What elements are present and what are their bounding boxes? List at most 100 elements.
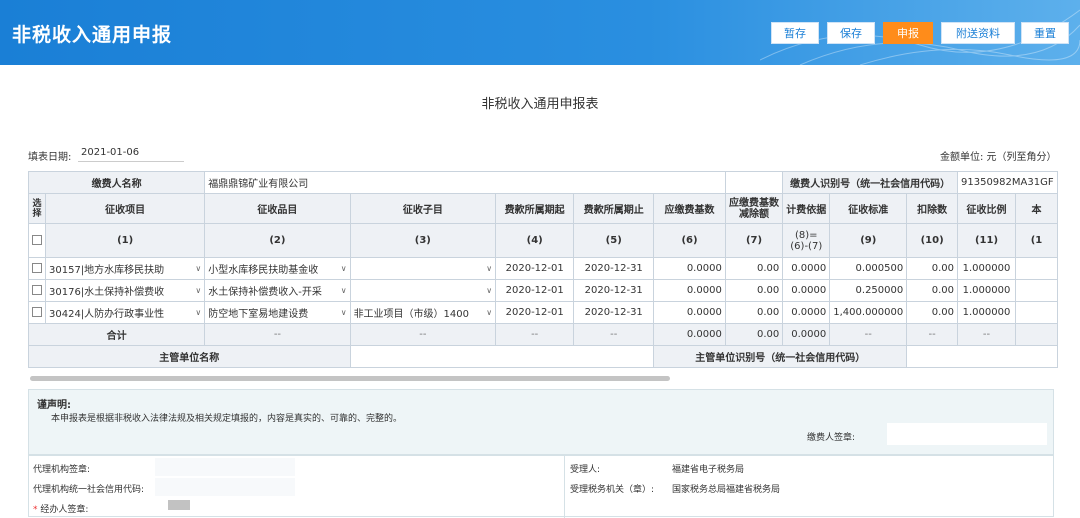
deduct-base-input[interactable]: 0.00 — [724, 279, 784, 302]
total-base: 0.0000 — [653, 323, 726, 346]
chevron-down-icon: ∨ — [340, 308, 347, 317]
table-row: 30176|水土保持补偿费收 ∨ 水土保持补偿费收入-开采 ∨ ∨ 2020-12-… — [28, 279, 1058, 302]
attach-materials-button[interactable]: 附送资料 — [941, 22, 1015, 44]
end-date-cell[interactable]: 2020-12-31 — [573, 279, 655, 302]
start-date-cell[interactable]: 2020-12-01 — [495, 279, 575, 302]
supervisor-id-input[interactable] — [906, 345, 1058, 368]
category-select-value: 小型水库移民扶助基金收 — [208, 265, 319, 276]
base-input[interactable]: 0.0000 — [653, 279, 726, 302]
declare-button[interactable]: 申报 — [883, 22, 933, 44]
index-cell: (6) — [653, 223, 726, 258]
basis-cell: 0.0000 — [782, 301, 831, 324]
col-ratio-header: 征收比例 — [957, 193, 1016, 224]
declaration-panel: 谨声明: 本申报表是根据非税收入法律法规及相关规定填报的，内容是真实的、可靠的、… — [28, 389, 1054, 455]
base-input[interactable]: 0.0000 — [653, 257, 726, 280]
col-end-header: 费款所属期止 — [573, 193, 655, 224]
fill-date-label: 填表日期: — [28, 152, 72, 163]
payer-sign-field[interactable] — [887, 423, 1047, 445]
col-basis-header: 计费依据 — [782, 193, 831, 224]
start-date-cell[interactable]: 2020-12-01 — [495, 257, 575, 280]
total-deduct-base: 0.00 — [724, 323, 784, 346]
standard-cell: 1,400.000000 — [829, 301, 908, 324]
end-date-cell[interactable]: 2020-12-31 — [573, 301, 655, 324]
deduction-input[interactable]: 0.00 — [906, 279, 958, 302]
payer-name-value: 福鼎鼎锦矿业有限公司 — [204, 171, 726, 194]
col-category-header: 征收品目 — [204, 193, 351, 224]
category-select[interactable]: 小型水库移民扶助基金收 ∨ — [204, 257, 351, 280]
sub-select[interactable]: ∨ — [349, 257, 497, 280]
index-cell: (2) — [204, 223, 351, 258]
total-dash: -- — [495, 323, 575, 346]
total-dash: -- — [829, 323, 908, 346]
category-select[interactable]: 防空地下室易地建设费 ∨ — [204, 301, 351, 324]
index-cell: (1 — [1014, 223, 1058, 258]
end-date-cell[interactable]: 2020-12-31 — [573, 257, 655, 280]
index-cell: (7) — [724, 223, 784, 258]
amount-cell — [1014, 301, 1058, 324]
base-input[interactable]: 0.0000 — [653, 301, 726, 324]
amount-cell — [1014, 279, 1058, 302]
standard-cell: 0.000500 — [829, 257, 908, 280]
supervisor-name-input[interactable] — [349, 345, 655, 368]
total-dash: -- — [906, 323, 958, 346]
save-draft-button[interactable]: 暂存 — [771, 22, 819, 44]
sub-select[interactable]: 非工业项目（市级）1400 ∨ — [349, 301, 497, 324]
declaration-table-container[interactable]: 缴费人名称 福鼎鼎锦矿业有限公司 缴费人识别号（统一社会信用代码） 913509… — [28, 171, 1058, 371]
total-dash: -- — [957, 323, 1016, 346]
agent-code-field[interactable] — [155, 478, 295, 496]
item-select[interactable]: 30176|水土保持补偿费收 ∨ — [44, 279, 206, 302]
sub-select-value: 非工业项目（市级）1400 — [353, 309, 470, 320]
deduction-input[interactable]: 0.00 — [906, 301, 958, 324]
row-checkbox[interactable] — [32, 285, 42, 295]
amount-cell — [1014, 257, 1058, 280]
start-date-cell[interactable]: 2020-12-01 — [495, 301, 575, 324]
supervisor-name-label: 主管单位名称 — [28, 345, 351, 368]
sub-select[interactable]: ∨ — [349, 279, 497, 302]
horizontal-scrollbar[interactable] — [30, 376, 670, 381]
row-select-cell[interactable] — [28, 301, 46, 324]
chevron-down-icon: ∨ — [195, 264, 202, 273]
item-select[interactable]: 30424|人防办行政事业性 ∨ — [44, 301, 206, 324]
col-start-header: 费款所属期起 — [495, 193, 575, 224]
total-label: 合计 — [28, 323, 206, 346]
agent-org-field[interactable] — [155, 458, 295, 476]
ratio-cell: 1.000000 — [957, 279, 1016, 302]
index-cell: (1) — [44, 223, 206, 258]
redacted-signature — [168, 500, 190, 510]
reset-button[interactable]: 重置 — [1021, 22, 1069, 44]
chevron-down-icon: ∨ — [486, 286, 493, 295]
payer-name-label: 缴费人名称 — [28, 171, 206, 194]
standard-cell: 0.250000 — [829, 279, 908, 302]
receiver-label: 受理人: — [570, 465, 601, 475]
fill-date-input[interactable]: 2021-01-06 — [78, 144, 184, 162]
row-select-cell[interactable] — [28, 279, 46, 302]
col-item-header: 征收项目 — [44, 193, 206, 224]
total-dash: -- — [573, 323, 655, 346]
total-basis: 0.0000 — [782, 323, 831, 346]
item-select-value: 30157|地方水库移民扶助 — [49, 265, 165, 276]
category-select[interactable]: 水土保持补偿费收入-开采 ∨ — [204, 279, 351, 302]
select-all-checkbox[interactable] — [32, 235, 42, 245]
deduct-base-input[interactable]: 0.00 — [724, 257, 784, 280]
row-select-cell[interactable] — [28, 257, 46, 280]
chevron-down-icon: ∨ — [486, 308, 493, 317]
col-select-header: 选择 — [28, 193, 46, 224]
row-checkbox[interactable] — [32, 263, 42, 273]
select-all-cell[interactable] — [28, 223, 46, 258]
col-sub-header: 征收子目 — [349, 193, 497, 224]
chevron-down-icon: ∨ — [340, 286, 347, 295]
chevron-down-icon: ∨ — [486, 264, 493, 273]
deduction-input[interactable]: 0.00 — [906, 257, 958, 280]
save-button[interactable]: 保存 — [827, 22, 875, 44]
category-select-value: 防空地下室易地建设费 — [208, 309, 309, 320]
index-cell: (4) — [495, 223, 575, 258]
item-select[interactable]: 30157|地方水库移民扶助 ∨ — [44, 257, 206, 280]
total-row: 合计 -- -- -- -- 0.0000 0.00 0.0000 -- -- … — [28, 323, 1058, 346]
col-deduction-header: 扣除数 — [906, 193, 958, 224]
chevron-down-icon: ∨ — [340, 264, 347, 273]
app-title: 非税收入通用申报 — [12, 24, 173, 46]
tax-office-value: 国家税务总局福建省税务局 — [672, 485, 781, 495]
index-cell: (10) — [906, 223, 958, 258]
deduct-base-input[interactable]: 0.00 — [724, 301, 784, 324]
row-checkbox[interactable] — [32, 307, 42, 317]
